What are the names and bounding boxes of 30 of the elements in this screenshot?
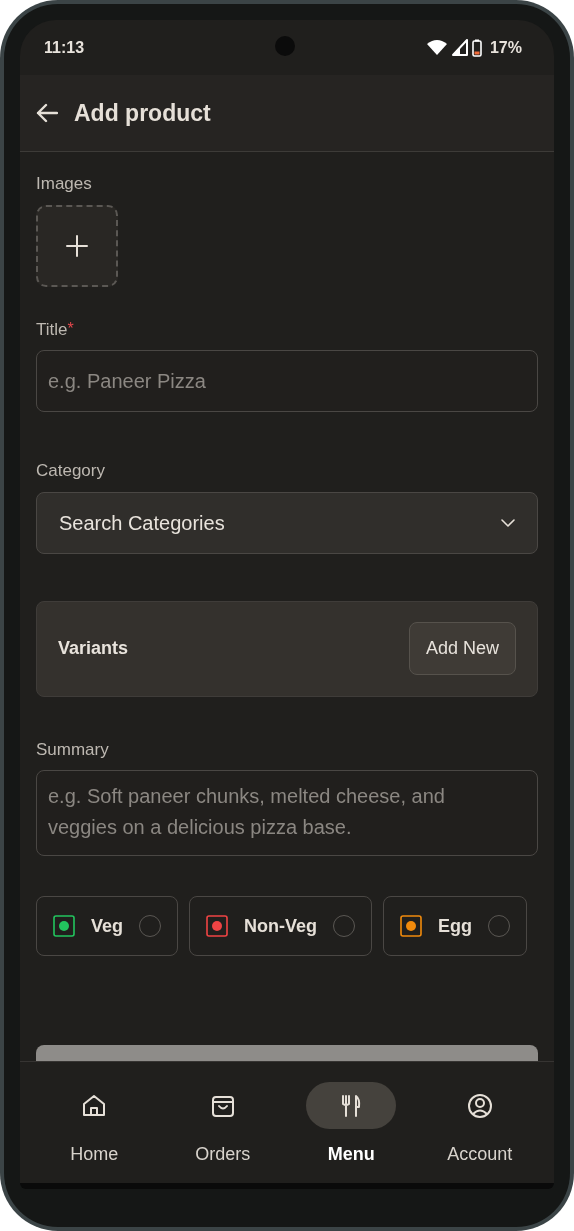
nav-tab[interactable]: Menu	[291, 1082, 412, 1183]
battery-level: 17%	[489, 37, 522, 58]
status-time: 11:13	[44, 37, 85, 58]
diet-option[interactable]: Veg	[36, 896, 179, 956]
wifi-icon	[425, 39, 448, 56]
back-icon[interactable]	[36, 103, 58, 123]
home-icon	[81, 1092, 108, 1119]
chevron-down-icon	[501, 518, 515, 527]
diet-option[interactable]: Non-Veg	[189, 896, 373, 956]
required-mark: *	[67, 318, 74, 339]
section-title: Variants	[58, 637, 129, 660]
field-label: Summary	[36, 738, 110, 761]
nav-tab[interactable]: Home	[34, 1082, 155, 1183]
image-upload-button[interactable]	[36, 204, 118, 287]
field-label: Title	[36, 318, 68, 341]
category-dropdown[interactable]: Search Categories	[36, 491, 538, 554]
dropdown-placeholder: Search Categories	[59, 510, 225, 536]
nav-tab[interactable]: Account	[419, 1082, 540, 1183]
diet-option[interactable]: Egg	[383, 896, 528, 956]
page-title: Add product	[74, 98, 211, 128]
title-field[interactable]: e.g. Paneer Pizza	[36, 350, 538, 412]
signal-icon	[451, 39, 468, 56]
battery-icon	[471, 38, 482, 57]
nav-tab[interactable]: Orders	[162, 1082, 283, 1183]
summary-field[interactable]: e.g. Soft paneer chunks, melted cheese, and veggies on a delicious pizza base.	[36, 770, 538, 856]
plus-icon	[66, 234, 88, 257]
add-new-button[interactable]: Add New	[408, 622, 516, 675]
field-label: Category	[36, 460, 106, 482]
field-label: Images	[36, 173, 93, 195]
account-icon	[466, 1092, 493, 1119]
